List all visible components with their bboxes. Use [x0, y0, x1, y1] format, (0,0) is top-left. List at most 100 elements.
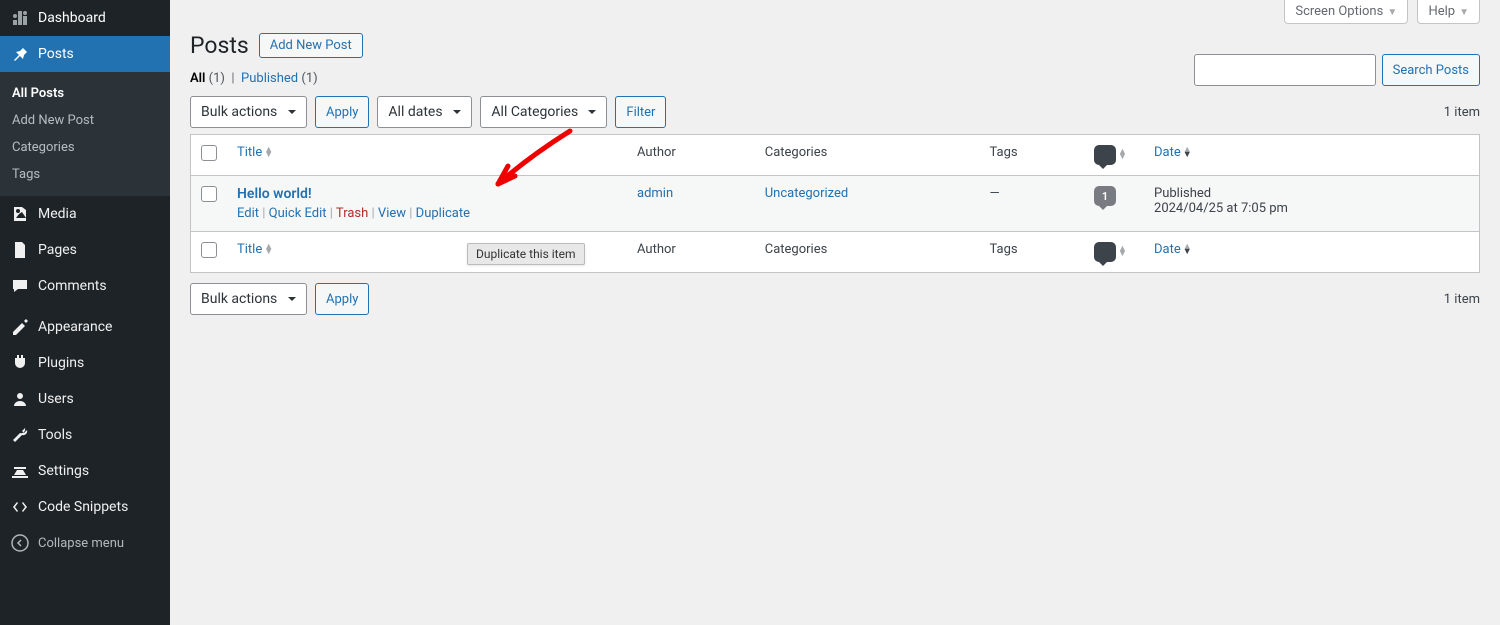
sidebar-item-pages[interactable]: Pages	[0, 232, 170, 268]
submenu-item-categories[interactable]: Categories	[0, 134, 170, 161]
bulk-action-select-top[interactable]: Bulk actions	[190, 96, 307, 128]
screen-options-tab[interactable]: Screen Options ▼	[1284, 0, 1408, 24]
column-author: Author	[627, 135, 755, 176]
table-row: Hello world! Edit | Quick Edit | Trash |…	[191, 176, 1480, 232]
filter-button[interactable]: Filter	[615, 96, 666, 128]
sidebar-item-settings[interactable]: Settings	[0, 453, 170, 489]
bulk-action-select-bottom[interactable]: Bulk actions	[190, 283, 307, 315]
screen-meta-links: Screen Options ▼ Help ▼	[190, 0, 1480, 24]
sort-icon: ▲▼	[1118, 247, 1127, 257]
tools-icon	[10, 425, 30, 445]
settings-icon	[10, 461, 30, 481]
column-categories-foot: Categories	[755, 232, 980, 273]
post-date-status: Published	[1154, 186, 1469, 201]
row-action-edit[interactable]: Edit	[237, 206, 259, 221]
duplicate-tooltip: Duplicate this item	[467, 243, 585, 265]
sidebar-label: Posts	[38, 46, 74, 62]
column-comments-foot[interactable]: ▲▼	[1094, 245, 1127, 260]
filter-published[interactable]: Published	[241, 71, 298, 86]
admin-sidebar: Dashboard Posts All Posts Add New Post C…	[0, 0, 170, 625]
users-icon	[10, 389, 30, 409]
sidebar-item-code-snippets[interactable]: Code Snippets	[0, 489, 170, 525]
appearance-icon	[10, 317, 30, 337]
submenu-item-all-posts[interactable]: All Posts	[0, 80, 170, 107]
column-title[interactable]: Title▲▼	[237, 145, 273, 160]
column-tags: Tags	[980, 135, 1085, 176]
submenu-item-tags[interactable]: Tags	[0, 161, 170, 188]
post-author-link[interactable]: admin	[637, 186, 673, 201]
pin-icon	[10, 44, 30, 64]
sidebar-item-media[interactable]: Media	[0, 196, 170, 232]
filter-published-count: (1)	[301, 71, 317, 86]
filter-all[interactable]: All	[190, 71, 205, 86]
select-all-checkbox-top[interactable]	[201, 145, 217, 161]
sidebar-item-users[interactable]: Users	[0, 381, 170, 417]
chevron-down-icon: ▼	[1387, 7, 1397, 18]
category-filter-select[interactable]: All Categories	[480, 96, 607, 128]
sidebar-label: Dashboard	[38, 10, 106, 26]
help-tab[interactable]: Help ▼	[1417, 0, 1480, 24]
sidebar-item-posts[interactable]: Posts	[0, 36, 170, 72]
column-label: Title	[237, 242, 262, 257]
sidebar-item-plugins[interactable]: Plugins	[0, 345, 170, 381]
code-snippets-icon	[10, 497, 30, 517]
date-filter-select[interactable]: All dates	[377, 96, 472, 128]
sidebar-item-appearance[interactable]: Appearance	[0, 309, 170, 345]
sidebar-label: Code Snippets	[38, 499, 128, 515]
posts-submenu: All Posts Add New Post Categories Tags	[0, 72, 170, 196]
sort-icon: ▲▼	[264, 245, 273, 255]
sidebar-label: Collapse menu	[38, 536, 124, 551]
pages-icon	[10, 240, 30, 260]
comments-icon	[1094, 242, 1116, 262]
column-tags-foot: Tags	[980, 232, 1085, 273]
row-action-view[interactable]: View	[378, 206, 406, 221]
filter-all-label: All	[190, 71, 205, 86]
select-row-checkbox[interactable]	[201, 186, 217, 202]
item-count-top: 1 item	[1444, 105, 1480, 120]
comment-count-bubble[interactable]: 1	[1094, 186, 1116, 206]
column-label: Date	[1154, 145, 1181, 160]
post-tags: —	[980, 176, 1085, 232]
sidebar-item-tools[interactable]: Tools	[0, 417, 170, 453]
sidebar-label: Tools	[38, 427, 72, 443]
sidebar-collapse-menu[interactable]: Collapse menu	[0, 525, 170, 561]
apply-bulk-action-bottom[interactable]: Apply	[315, 283, 369, 315]
dashboard-icon	[10, 8, 30, 28]
help-label: Help	[1428, 4, 1455, 19]
select-all-checkbox-bottom[interactable]	[201, 242, 217, 258]
row-actions: Edit | Quick Edit | Trash | View | Dupli…	[237, 206, 617, 221]
row-action-quick-edit[interactable]: Quick Edit	[269, 206, 327, 221]
sidebar-label: Settings	[38, 463, 89, 479]
main-content: Screen Options▼ Help▼ Posts Add New Post…	[170, 0, 1500, 625]
filter-all-count: (1)	[209, 71, 225, 86]
search-submit-button[interactable]: Search Posts	[1382, 54, 1480, 86]
column-label: Title	[237, 145, 262, 160]
row-action-duplicate[interactable]: Duplicate	[416, 206, 470, 221]
post-title-link[interactable]: Hello world!	[237, 186, 312, 202]
column-date-foot[interactable]: Date▲▼	[1154, 242, 1192, 257]
sort-icon: ▲▼	[1183, 148, 1192, 158]
row-action-trash[interactable]: Trash	[336, 206, 368, 221]
column-title-foot[interactable]: Title▲▼	[237, 242, 273, 257]
sort-icon: ▲▼	[1183, 245, 1192, 255]
sidebar-label: Plugins	[38, 355, 84, 371]
column-categories: Categories	[755, 135, 980, 176]
chevron-down-icon: ▼	[1459, 7, 1469, 18]
add-new-post-button[interactable]: Add New Post	[259, 33, 363, 58]
search-input[interactable]	[1194, 54, 1376, 86]
sidebar-item-comments[interactable]: Comments	[0, 268, 170, 304]
comments-icon	[1094, 145, 1116, 165]
posts-table: Title▲▼ Author Categories Tags ▲▼ Date▲▼…	[190, 134, 1480, 273]
apply-bulk-action-top[interactable]: Apply	[315, 96, 369, 128]
submenu-item-add-new-post[interactable]: Add New Post	[0, 107, 170, 134]
screen-options-label: Screen Options	[1295, 4, 1383, 19]
sidebar-item-dashboard[interactable]: Dashboard	[0, 0, 170, 36]
comment-count: 1	[1102, 190, 1108, 203]
sidebar-label: Media	[38, 206, 77, 222]
column-comments[interactable]: ▲▼	[1094, 148, 1127, 163]
sidebar-label: Users	[38, 391, 74, 407]
comments-icon	[10, 276, 30, 296]
sort-icon: ▲▼	[264, 148, 273, 158]
column-date[interactable]: Date▲▼	[1154, 145, 1192, 160]
post-category-link[interactable]: Uncategorized	[765, 186, 848, 201]
